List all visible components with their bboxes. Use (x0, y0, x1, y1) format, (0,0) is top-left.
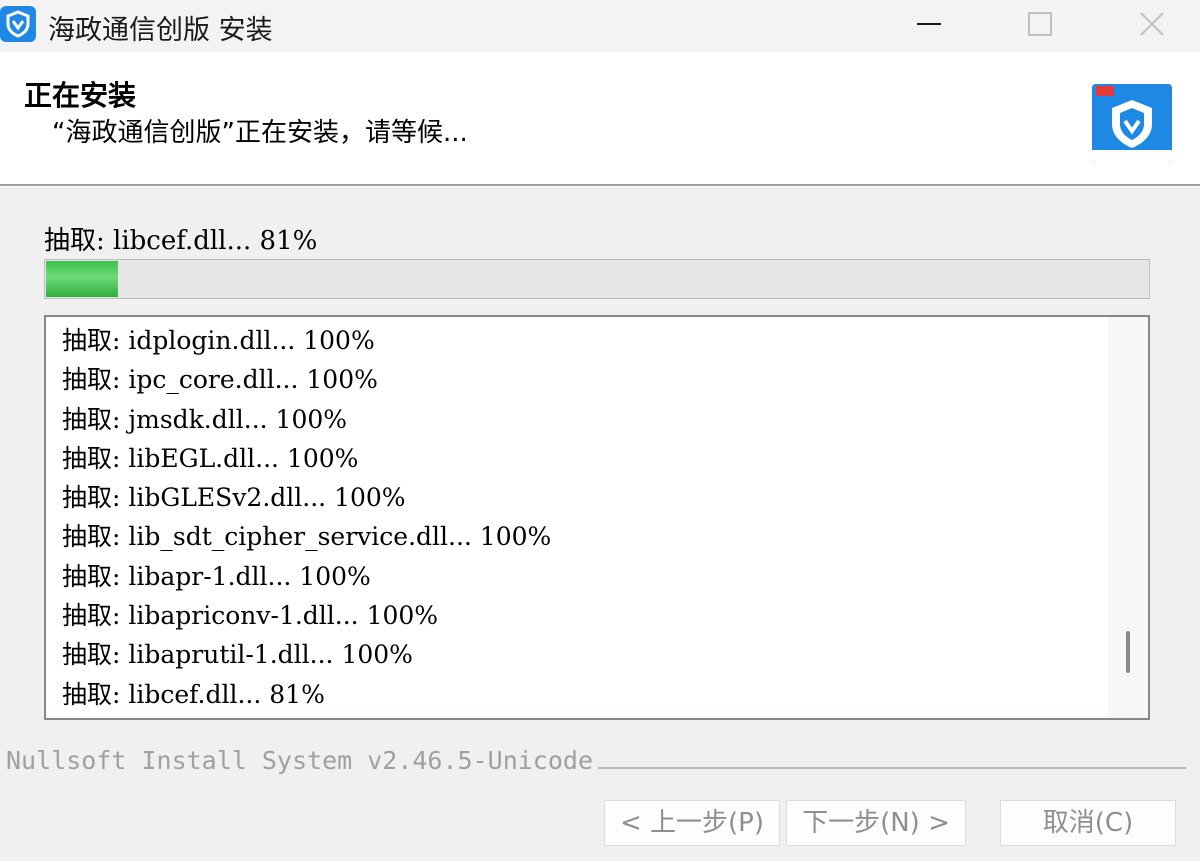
minimize-button[interactable] (889, 0, 969, 48)
close-icon (1140, 12, 1164, 36)
page-subtitle: “海政通信创版”正在安装，请等候... (52, 118, 468, 148)
app-shield-icon (0, 6, 36, 42)
log-line: 抽取: ipc_core.dll... 100% (62, 365, 378, 395)
log-line: 抽取: libaprutil-1.dll... 100% (62, 640, 413, 670)
installer-header: 正在安装 “海政通信创版”正在安装，请等候... (0, 52, 1200, 184)
haizhengtong-logo-icon (1092, 84, 1172, 164)
progress-fill (46, 261, 118, 297)
details-log[interactable]: 抽取: idplogin.dll... 100% 抽取: ipc_core.dll… (44, 315, 1150, 720)
progress-bar (44, 259, 1150, 299)
cancel-button[interactable]: 取消(C) (1000, 800, 1176, 846)
maximize-icon (1028, 12, 1052, 36)
close-button[interactable] (1112, 0, 1192, 48)
log-list: 抽取: idplogin.dll... 100% 抽取: ipc_core.dll… (62, 321, 551, 714)
log-line: 抽取: libcef.dll... 81% (62, 679, 325, 709)
log-scrollbar[interactable] (1108, 317, 1148, 718)
current-action-text: 抽取: libcef.dll... 81% (44, 226, 318, 256)
log-line: 抽取: libGLESv2.dll... 100% (62, 483, 406, 513)
log-line: 抽取: libapr-1.dll... 100% (62, 561, 371, 591)
log-line: 抽取: libEGL.dll... 100% (62, 443, 359, 473)
title-bar: 海政通信创版 安装 (0, 0, 1200, 52)
log-line: 抽取: idplogin.dll... 100% (62, 326, 375, 355)
scrollbar-thumb[interactable] (1126, 631, 1130, 673)
next-button[interactable]: 下一步(N) > (786, 800, 966, 846)
minimize-icon (917, 23, 941, 25)
branding-divider (598, 767, 1186, 769)
branding-text: Nullsoft Install System v2.46.5-Unicode (6, 746, 593, 775)
window-title: 海政通信创版 安装 (48, 15, 273, 46)
page-title: 正在安装 (24, 79, 137, 112)
log-line: 抽取: jmsdk.dll... 100% (62, 404, 348, 434)
log-line: 抽取: libapriconv-1.dll... 100% (62, 601, 439, 631)
maximize-button[interactable] (1000, 0, 1080, 48)
header-divider-highlight (0, 186, 1200, 187)
back-button[interactable]: < 上一步(P) (604, 800, 780, 846)
log-line: 抽取: lib_sdt_cipher_service.dll... 100% (62, 522, 552, 552)
